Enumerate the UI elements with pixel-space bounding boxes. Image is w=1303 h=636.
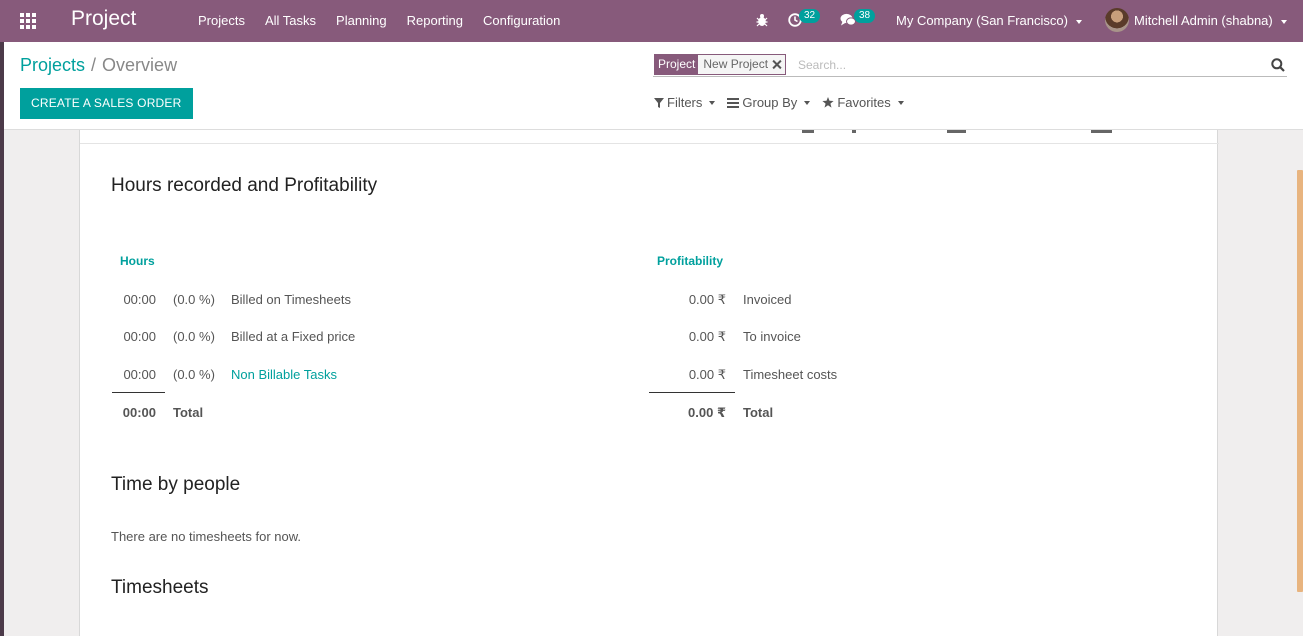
chevron-down-icon [709,100,716,105]
hours-label: Billed on Timesheets [231,292,351,307]
non-billable-tasks-link[interactable]: Non Billable Tasks [231,367,337,382]
debug-bug-icon[interactable] [756,13,768,27]
profitability-label: To invoice [743,329,801,344]
profitability-amount: 0.00 ₹ [688,329,726,344]
user-menu[interactable]: Mitchell Admin (shabna) [1134,0,1287,42]
facet-value-text: New Project [703,57,769,71]
main-menu: Projects All Tasks Planning Reporting Co… [188,0,570,42]
control-panel: Projects / Overview CREATE A SALES ORDER P… [0,42,1303,130]
breadcrumb-separator: / [91,55,97,75]
hours-label: Billed at a Fixed price [231,329,356,344]
chevron-down-icon [897,100,904,105]
profitability-amount: 0.00 ₹ [688,367,726,382]
hours-time: 00:00 [123,329,156,344]
hours-percent: (0.0 %) [173,292,215,307]
search-input[interactable] [798,55,1258,75]
search-facet: Project New Project [654,54,787,75]
funnel-icon [654,97,664,108]
hours-percent: (0.0 %) [173,367,215,382]
favorites-dropdown[interactable]: Favorites [822,95,904,110]
search-bar: Project New Project [653,53,1287,77]
hours-header: Hours [120,254,155,268]
menu-item-planning[interactable]: Planning [326,0,397,42]
menu-item-reporting[interactable]: Reporting [397,0,473,42]
app-menu-grid-icon[interactable] [19,12,37,30]
company-switcher[interactable]: My Company (San Francisco) [896,0,1082,42]
facet-category: Project [655,55,699,74]
hours-time: 00:00 [123,367,156,382]
company-name: My Company (San Francisco) [896,13,1068,28]
breadcrumb: Projects / Overview [20,55,177,76]
breadcrumb-projects[interactable]: Projects [20,55,85,75]
section-title-hours-profitability: Hours recorded and Profitability [111,175,378,196]
chevron-down-icon [1075,19,1082,24]
message-count-badge: 38 [854,9,876,23]
profitability-total-label: Total [743,405,774,420]
hours-total-time: 00:00 [122,405,156,420]
chevron-down-icon [1280,19,1287,24]
star-icon [822,97,834,108]
hours-percent: (0.0 %) [173,329,215,344]
menu-item-configuration[interactable]: Configuration [473,0,570,42]
left-edge-strip [0,42,4,636]
menu-item-all-tasks[interactable]: All Tasks [255,0,326,42]
activity-count-badge: 32 [799,9,821,23]
hours-total-divider [112,392,165,393]
group-by-label: Group By [742,95,798,110]
search-options: Filters Group By Favorites [654,95,916,110]
hours-time: 00:00 [123,292,156,307]
overview-sheet: Hours recorded and Profitability Hours 0… [79,110,1219,636]
app-title[interactable]: Project [71,7,136,31]
top-navbar: Project Projects All Tasks Planning Repo… [0,0,1303,42]
menu-item-projects[interactable]: Projects [188,0,255,42]
no-timesheets-message: There are no timesheets for now. [111,529,302,544]
group-by-dropdown[interactable]: Group By [727,95,811,110]
profitability-header: Profitability [657,254,724,268]
filters-label: Filters [667,95,703,110]
breadcrumb-current: Overview [102,55,178,75]
scrollbar-thumb[interactable] [1297,170,1303,592]
hours-total-label: Total [173,405,204,420]
create-sales-order-button[interactable]: CREATE A SALES ORDER [20,88,193,119]
user-name: Mitchell Admin (shabna) [1134,13,1273,28]
favorites-label: Favorites [837,95,891,110]
filters-dropdown[interactable]: Filters [654,95,716,110]
profitability-label: Timesheet costs [743,367,838,382]
section-title-timesheets: Timesheets [111,577,209,598]
facet-value: New Project [698,55,786,74]
search-icon[interactable] [1271,58,1285,72]
profitability-total-amount: 0.00 ₹ [688,405,726,420]
remove-facet-close-icon[interactable] [772,60,781,69]
profitability-label: Invoiced [743,292,792,307]
section-title-time-by-people: Time by people [111,474,241,495]
profitability-total-divider [649,392,735,393]
bars-icon [727,97,740,108]
profitability-amount: 0.00 ₹ [688,292,726,307]
chevron-down-icon [804,100,811,105]
user-avatar[interactable] [1105,8,1129,32]
